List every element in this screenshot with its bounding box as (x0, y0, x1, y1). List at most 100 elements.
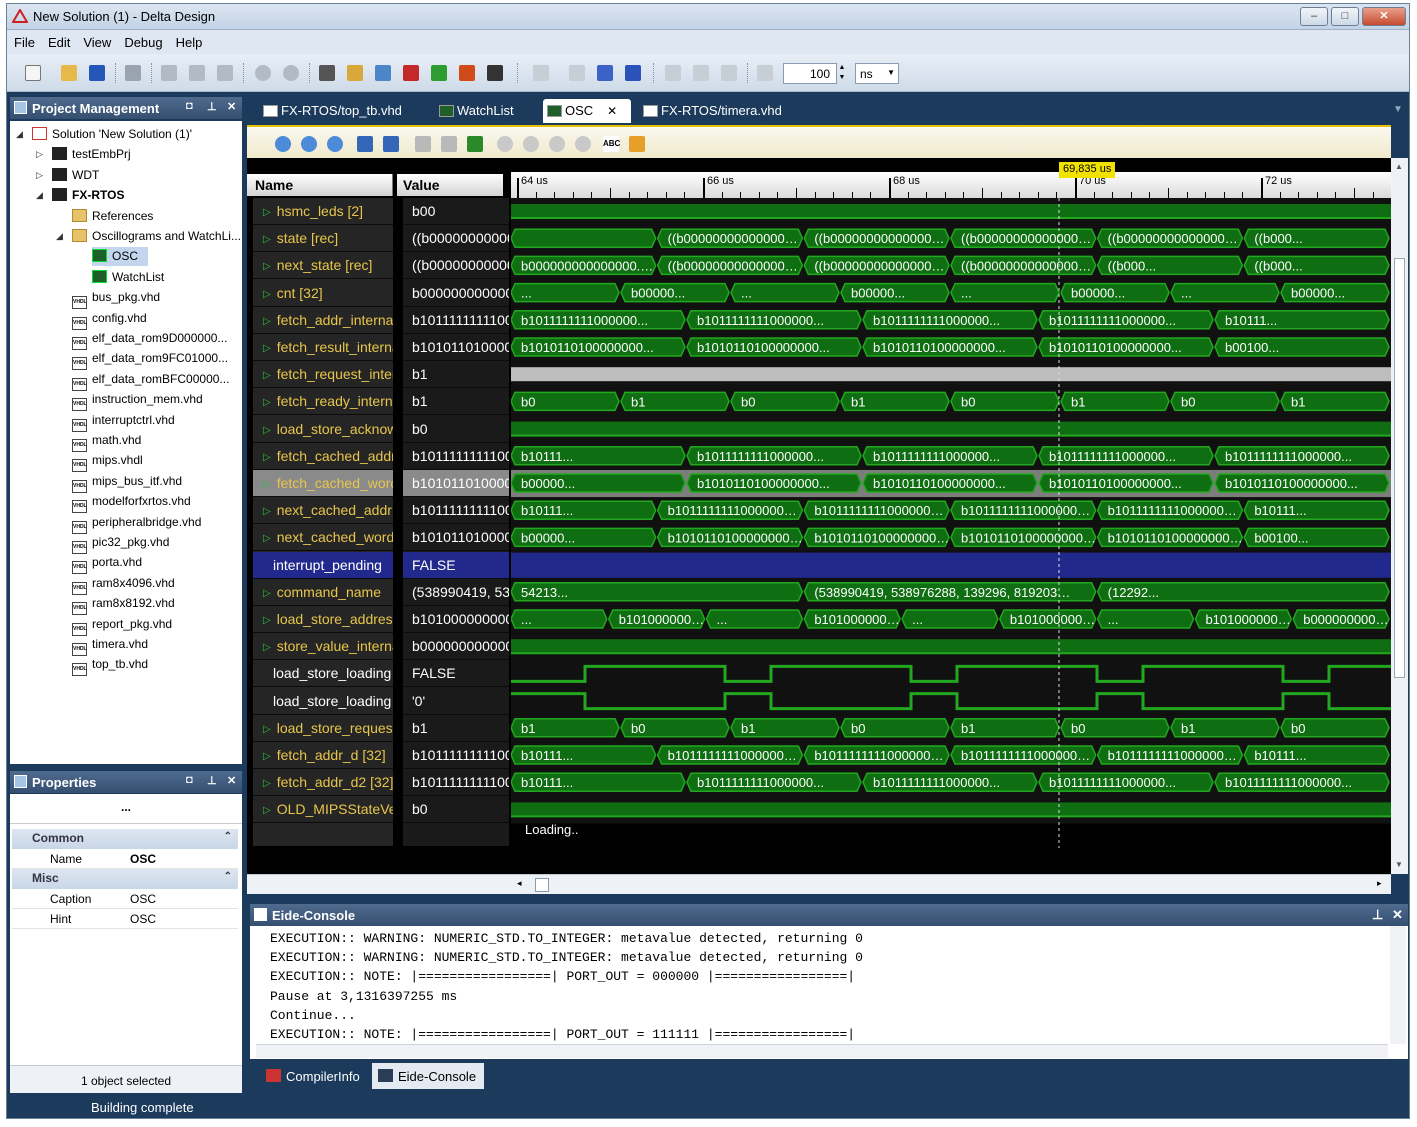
go-end-icon[interactable] (383, 136, 399, 152)
menu-view[interactable]: View (76, 30, 117, 50)
tree-item[interactable]: VHDL instruction_mem.vhd (72, 390, 203, 412)
tree-item[interactable]: ◢ Oscillograms and WatchLi... (56, 227, 241, 246)
object-selector[interactable]: ... (10, 794, 242, 824)
signal-name-row[interactable]: ▷ fetch_addr_d2 [32] (253, 769, 393, 797)
expand-signal-icon[interactable]: ▷ (263, 234, 271, 245)
cut-icon[interactable] (161, 65, 177, 81)
expand-signal-icon[interactable]: ▷ (263, 343, 271, 354)
expand-signal-icon[interactable]: ▷ (263, 751, 271, 762)
new-file-icon[interactable] (25, 65, 41, 81)
signal-name-row[interactable]: ▷ fetch_cached_addr (253, 443, 393, 470)
signal-name-row[interactable]: ▷ fetch_ready_internal (253, 388, 393, 416)
console-horizontal-scrollbar[interactable] (256, 1044, 1388, 1058)
signal-name-row[interactable]: ▷ load_store_address (253, 606, 393, 633)
undo-icon[interactable] (255, 65, 271, 81)
tree-item[interactable]: VHDL interruptctrl.vhd (72, 411, 175, 432)
tree-item[interactable]: VHDL timera.vhd (72, 635, 148, 656)
redo-icon[interactable] (283, 65, 299, 81)
tree-item[interactable]: VHDL mips_bus_itf.vhd (72, 472, 182, 493)
menu-edit[interactable]: Edit (41, 30, 76, 50)
panel-dock-icon[interactable]: ◘ (186, 774, 193, 786)
tree-item[interactable]: VHDL top_tb.vhd (72, 655, 148, 677)
edit-icon[interactable] (629, 136, 645, 152)
console-output[interactable]: EXECUTION:: WARNING: NUMERIC_STD.TO_INTE… (250, 926, 1408, 1059)
signal-name-row[interactable]: interrupt_pending (253, 551, 393, 579)
signal-name-row[interactable]: ▷ hsmc_leds [2] (253, 198, 393, 225)
expander-icon[interactable]: ▷ (36, 145, 43, 164)
signal-name-row[interactable]: ▷ store_value_internal (253, 633, 393, 661)
properties-icon[interactable] (347, 65, 363, 81)
expand-signal-icon[interactable]: ▷ (263, 479, 271, 490)
expand-signal-icon[interactable]: ▷ (263, 425, 271, 436)
export-icon[interactable] (467, 136, 483, 152)
property-value[interactable]: OSC (130, 892, 156, 906)
time-ruler[interactable]: 64 us 66 us 68 us 70 us 72 us (511, 172, 1391, 198)
scroll-up-icon[interactable]: ▲ (1395, 162, 1403, 171)
cursor-icon[interactable] (497, 136, 513, 152)
next-edge-icon[interactable] (549, 136, 565, 152)
signal-name-row[interactable]: ▷ command_name (253, 579, 393, 606)
expand-signal-icon[interactable]: ▷ (263, 289, 271, 300)
open-folder-icon[interactable] (61, 65, 77, 81)
tree-item[interactable]: VHDL peripheralbridge.vhd (72, 513, 201, 534)
tab-eide-console[interactable]: Eide-Console (372, 1063, 484, 1089)
tree-item[interactable]: VHDL mips.vhdl (72, 451, 143, 473)
expand-signal-icon[interactable]: ▷ (263, 778, 271, 789)
tree-item[interactable]: VHDL bus_pkg.vhd (72, 288, 160, 310)
run-to-icon[interactable] (757, 65, 773, 81)
remove-signal-icon[interactable] (441, 136, 457, 152)
find-icon[interactable] (319, 65, 335, 81)
property-group-common[interactable]: Common ⌃ (12, 829, 238, 849)
console-vertical-scrollbar[interactable] (1390, 926, 1406, 1044)
save-icon[interactable] (89, 65, 105, 81)
panel-pin-icon[interactable]: ⊥ (207, 774, 217, 787)
tree-item[interactable]: VHDL porta.vhd (72, 553, 142, 575)
tree-item[interactable]: VHDL config.vhd (72, 309, 147, 330)
tree-item[interactable]: VHDL modelforfxrtos.vhd (72, 492, 191, 514)
scroll-right-icon[interactable]: ▸ (1377, 878, 1382, 889)
tree-item[interactable]: VHDL elf_data_romBFC00000... (72, 370, 229, 391)
tree-item[interactable]: VHDL ram8x8192.vhd (72, 594, 175, 616)
signal-name-row[interactable]: ▷ fetch_addr_d [32] (253, 742, 393, 769)
tab-watchlist[interactable]: WatchList (435, 99, 514, 123)
zoom-fit-icon[interactable] (327, 136, 343, 152)
expand-signal-icon[interactable]: ▷ (263, 261, 271, 272)
minimize-button[interactable]: – (1300, 7, 1328, 26)
signal-name-row[interactable]: load_store_loading (253, 660, 393, 688)
expander-icon[interactable]: ◢ (16, 125, 23, 144)
scroll-thumb[interactable] (535, 878, 549, 892)
expand-signal-icon[interactable]: ▷ (263, 805, 271, 816)
panel-pin-icon[interactable]: ⊥ (1372, 907, 1383, 923)
signal-name-row[interactable]: ▷ load_store_acknowledge (253, 416, 393, 443)
pause-icon[interactable] (597, 65, 613, 81)
zoom-out-icon[interactable] (301, 136, 317, 152)
property-row-caption[interactable]: Caption OSC (12, 889, 238, 909)
maximize-button[interactable]: □ (1331, 7, 1359, 26)
menu-help[interactable]: Help (169, 30, 209, 50)
tree-item[interactable]: ▷ testEmbPrj (36, 145, 131, 164)
tab-osc[interactable]: OSC ✕ (543, 99, 631, 123)
expand-signal-icon[interactable]: ▷ (263, 207, 271, 218)
expand-signal-icon[interactable]: ▷ (263, 370, 271, 381)
expander-icon[interactable]: ▷ (36, 166, 43, 185)
marker-icon[interactable] (575, 136, 591, 152)
menu-debug[interactable]: Debug (117, 30, 168, 50)
property-row-hint[interactable]: Hint OSC (12, 909, 238, 929)
paste-icon[interactable] (217, 65, 233, 81)
time-unit-select[interactable]: ns ▼ (855, 63, 899, 84)
cursor-time-label[interactable]: 69,835 us (1059, 162, 1116, 178)
print-icon[interactable] (125, 65, 141, 81)
tree-item[interactable]: ▷ WDT (36, 166, 99, 185)
run-icon[interactable] (569, 65, 585, 81)
panel-dock-icon[interactable]: ◘ (186, 100, 193, 112)
expand-signal-icon[interactable]: ▷ (263, 642, 271, 653)
tab-compilerinfo[interactable]: CompilerInfo (260, 1063, 368, 1089)
property-group-misc[interactable]: Misc ⌃ (12, 869, 238, 889)
tree-item[interactable]: ◢ Solution 'New Solution (1)' (16, 125, 192, 144)
tree-item[interactable]: VHDL pic32_pkg.vhd (72, 533, 169, 554)
zoom-in-icon[interactable] (275, 136, 291, 152)
tree-item[interactable]: VHDL ram8x4096.vhd (72, 574, 175, 595)
expand-signal-icon[interactable]: ▷ (263, 316, 271, 327)
tree-item[interactable]: OSC (92, 247, 149, 267)
expander-icon[interactable]: ◢ (36, 186, 43, 205)
